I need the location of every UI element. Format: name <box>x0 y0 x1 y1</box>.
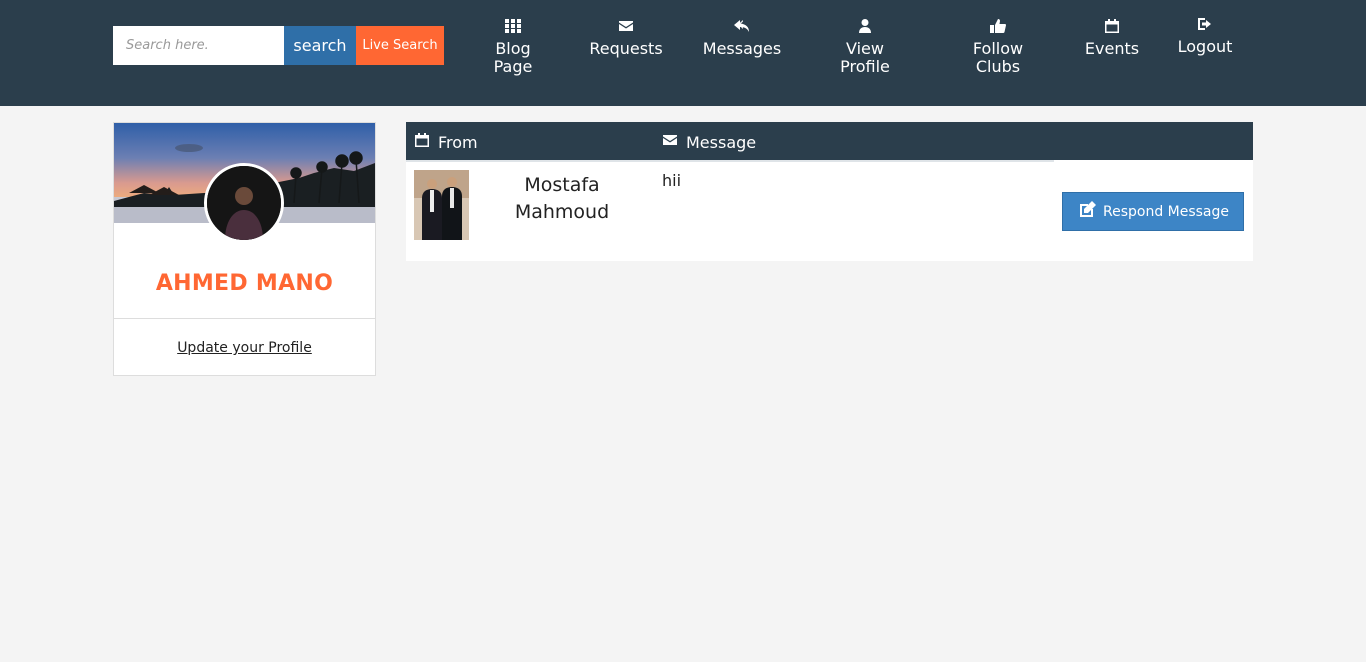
search-button[interactable]: search <box>284 26 356 65</box>
thumbs-up-icon <box>968 18 1028 36</box>
nav-label: Page <box>493 57 533 76</box>
update-profile-link[interactable]: Update your Profile <box>114 340 375 356</box>
nav-messages[interactable]: Messages <box>700 18 784 58</box>
top-navbar: search Live Search Blog Page Requests Me… <box>0 0 1366 106</box>
column-header-from: From <box>414 132 478 152</box>
message-text: hii <box>662 171 682 190</box>
nav-follow-clubs[interactable]: Follow Clubs <box>968 18 1028 76</box>
profile-name: AHMED MANO <box>155 271 334 296</box>
profile-card: AHMED MANO Update your Profile <box>113 122 376 376</box>
search-input[interactable] <box>113 26 284 65</box>
sender-name: Mostafa Mahmoud <box>482 172 642 226</box>
calendar-icon <box>414 132 430 152</box>
nav-events[interactable]: Events <box>1082 18 1142 58</box>
nav-label: Requests <box>589 39 663 58</box>
calendar-icon <box>1082 18 1142 36</box>
nav-label: Clubs <box>975 57 1021 76</box>
sender-first-name: Mostafa <box>524 174 600 196</box>
nav-label: Events <box>1084 39 1140 58</box>
live-search-button[interactable]: Live Search <box>356 26 444 65</box>
column-header-message: Message <box>662 132 756 152</box>
envelope-icon <box>662 132 678 152</box>
nav-logout[interactable]: Logout <box>1174 16 1236 56</box>
edit-icon <box>1077 200 1097 224</box>
sender-photo[interactable] <box>414 170 469 240</box>
grid-icon <box>488 18 538 36</box>
nav-label: Messages <box>702 39 782 58</box>
messages-table: From Message Mostafa Mahmoud hii Respond… <box>406 122 1253 261</box>
nav-label: Follow <box>972 39 1024 58</box>
column-label: Message <box>686 132 757 152</box>
sender-last-name: Mahmoud <box>514 201 610 223</box>
avatar[interactable] <box>204 163 284 243</box>
nav-view-profile[interactable]: View Profile <box>837 18 893 76</box>
nav-label: View <box>846 39 884 58</box>
sign-out-icon <box>1174 16 1236 34</box>
nav-requests[interactable]: Requests <box>586 18 666 58</box>
envelope-icon <box>586 18 666 36</box>
header-underline <box>406 160 1054 162</box>
divider <box>114 318 375 319</box>
nav-label: Blog <box>495 39 531 58</box>
column-label: From <box>438 132 478 152</box>
nav-blog-page[interactable]: Blog Page <box>488 18 538 76</box>
respond-message-button[interactable]: Respond Message <box>1062 192 1244 231</box>
reply-icon <box>700 18 784 36</box>
nav-label: Logout <box>1177 37 1233 56</box>
respond-label: Respond Message <box>1102 203 1230 220</box>
user-icon <box>837 18 893 36</box>
table-header: From Message <box>406 122 1253 160</box>
nav-label: Profile <box>840 57 890 76</box>
